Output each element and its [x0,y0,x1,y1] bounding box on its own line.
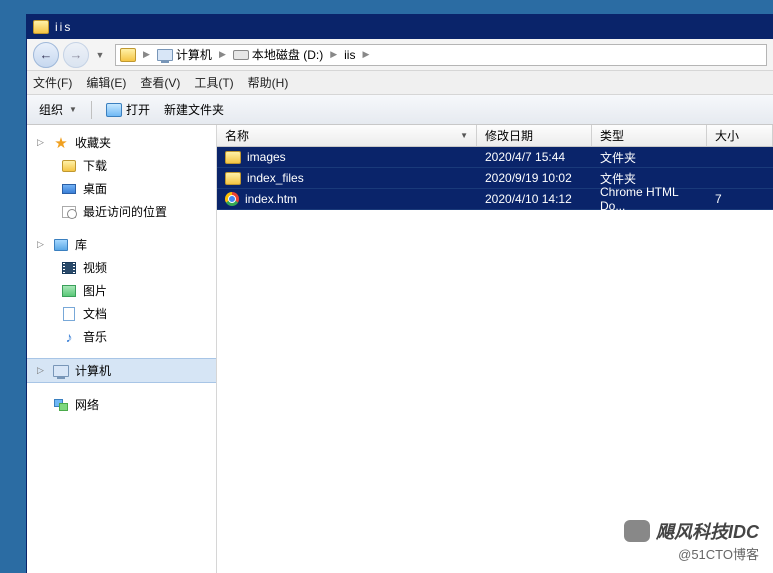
sidebar-music[interactable]: ♪ 音乐 [27,325,216,348]
file-list-pane: 名称▼ 修改日期 类型 大小 images 2020/4/7 15:44文件夹 in… [217,125,773,573]
command-bar: 组织▼ 打开 新建文件夹 [27,95,773,125]
breadcrumb-drive[interactable]: 本地磁盘 (D:) [233,46,323,63]
file-date: 2020/4/10 14:12 [477,192,592,206]
sidebar-recent[interactable]: 最近访问的位置 [27,200,216,223]
chevron-right-icon[interactable]: ▶ [359,49,372,60]
sidebar-favorites[interactable]: ▷ ★ 收藏夹 [27,131,216,154]
forward-button[interactable]: → [63,42,89,68]
file-row[interactable]: images 2020/4/7 15:44文件夹 [217,147,773,168]
file-name: index_files [247,171,304,185]
network-icon [54,399,68,411]
star-icon: ★ [53,135,69,151]
breadcrumb-computer[interactable]: 计算机 [157,46,212,63]
menu-view[interactable]: 查看(V) [140,74,180,91]
file-name: images [247,150,286,164]
folder-icon [33,20,49,34]
computer-icon [157,49,173,61]
column-size[interactable]: 大小 [707,125,773,146]
expand-icon: ▷ [37,239,47,250]
sidebar-documents[interactable]: 文档 [27,302,216,325]
file-date: 2020/4/7 15:44 [477,150,592,164]
sidebar-videos[interactable]: 视频 [27,256,216,279]
sidebar-desktop[interactable]: 桌面 [27,177,216,200]
new-folder-button[interactable]: 新建文件夹 [160,99,228,120]
content-area: ▷ ★ 收藏夹 下载 桌面 最近访问的位置 [27,125,773,573]
file-name: index.htm [245,192,297,206]
folder-icon [120,48,136,62]
navigation-pane: ▷ ★ 收藏夹 下载 桌面 最近访问的位置 [27,125,217,573]
open-icon [106,103,122,117]
nav-toolbar: ← → ▼ ▶ 计算机 ▶ 本地磁盘 (D:) ▶ iis ▶ [27,39,773,71]
folder-icon [62,160,76,172]
separator [91,101,92,119]
sidebar-computer[interactable]: ▷ 计算机 [27,358,216,383]
picture-icon [62,285,76,297]
folder-icon [225,151,241,164]
file-list[interactable]: images 2020/4/7 15:44文件夹 index_files 2020/9… [217,147,773,573]
chevron-right-icon[interactable]: ▶ [327,49,340,60]
drive-icon [233,50,249,60]
file-type: 文件夹 [592,170,707,187]
column-date[interactable]: 修改日期 [477,125,592,146]
expand-icon: ▷ [37,365,47,376]
chevron-right-icon[interactable]: ▶ [216,49,229,60]
menu-file[interactable]: 文件(F) [33,74,72,91]
titlebar[interactable]: iis [27,15,773,39]
back-button[interactable]: ← [33,42,59,68]
computer-icon [53,365,69,377]
menu-tools[interactable]: 工具(T) [194,74,233,91]
breadcrumb-folder[interactable]: iis [344,48,355,62]
column-type[interactable]: 类型 [592,125,707,146]
library-icon [54,239,68,251]
sidebar-libraries[interactable]: ▷ 库 [27,233,216,256]
address-bar[interactable]: ▶ 计算机 ▶ 本地磁盘 (D:) ▶ iis ▶ [115,44,767,66]
sidebar-network[interactable]: ▷ 网络 [27,393,216,416]
history-dropdown[interactable]: ▼ [93,45,107,65]
folder-icon [225,172,241,185]
menu-help[interactable]: 帮助(H) [248,74,289,91]
open-button[interactable]: 打开 [102,99,154,120]
document-icon [63,307,75,321]
sidebar-pictures[interactable]: 图片 [27,279,216,302]
file-date: 2020/9/19 10:02 [477,171,592,185]
column-name[interactable]: 名称▼ [217,125,477,146]
file-type: 文件夹 [592,149,707,166]
menu-bar: 文件(F) 编辑(E) 查看(V) 工具(T) 帮助(H) [27,71,773,95]
music-icon: ♪ [61,329,77,345]
window-title: iis [55,20,72,34]
file-row[interactable]: index.htm2020/4/10 14:12Chrome HTML Do..… [217,189,773,210]
recent-icon [62,206,76,218]
expand-icon: ▷ [37,137,47,148]
desktop-icon [62,184,76,194]
sidebar-downloads[interactable]: 下载 [27,154,216,177]
video-icon [62,262,76,274]
menu-edit[interactable]: 编辑(E) [86,74,126,91]
column-headers: 名称▼ 修改日期 类型 大小 [217,125,773,147]
file-size: 7 [707,192,773,206]
chrome-icon [225,192,239,206]
explorer-window: iis ← → ▼ ▶ 计算机 ▶ 本地磁盘 (D:) ▶ iis ▶ 文件(F… [26,14,773,573]
file-type: Chrome HTML Do... [592,185,707,213]
chevron-right-icon[interactable]: ▶ [140,49,153,60]
organize-button[interactable]: 组织▼ [35,99,81,120]
